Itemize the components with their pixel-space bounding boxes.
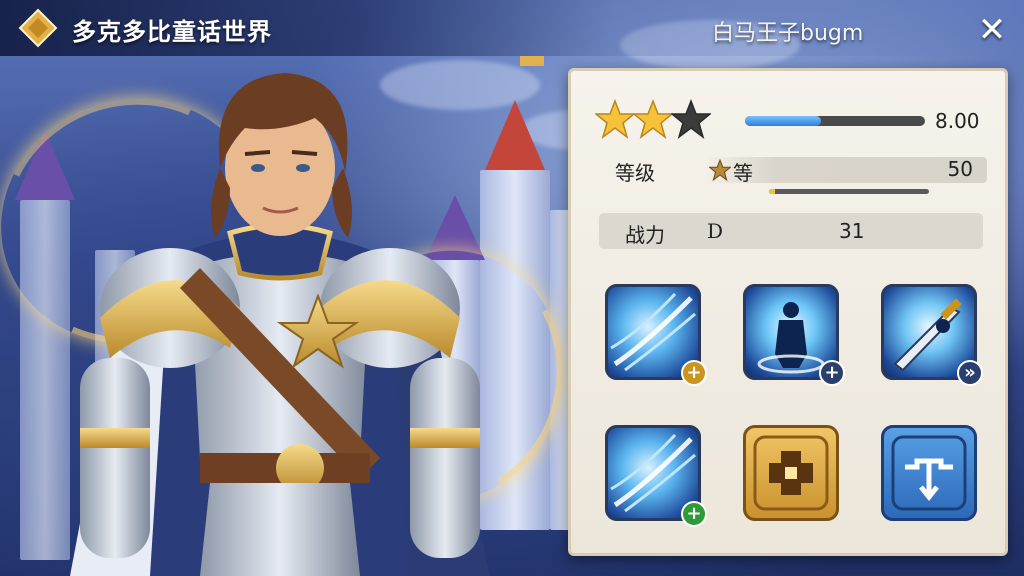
skill-slot-6[interactable] — [881, 425, 977, 521]
upgrade-plus-icon[interactable]: + — [681, 501, 707, 527]
power-label: 战力 — [625, 223, 665, 247]
game-title: 多克多比童话世界 — [72, 18, 272, 46]
level-star-icon — [709, 159, 731, 181]
skill-slot-3[interactable]: » — [881, 284, 983, 386]
top-bar: 多克多比童话世界 白马王子bugm ✕ — [0, 0, 1024, 56]
skill-slot-5[interactable] — [743, 425, 839, 521]
character-name: 白马王子bugm — [712, 21, 864, 46]
power-value: 31 — [839, 219, 865, 243]
experience-fill — [769, 189, 776, 194]
close-icon: ✕ — [977, 10, 1007, 50]
rating-progress-fill — [745, 116, 821, 126]
star-empty-icon — [671, 99, 711, 139]
character-stats-panel: 8.00 等级 50 等 战力 D 31 + + » + — [568, 68, 1008, 556]
level-row: 等级 50 等 — [599, 157, 987, 185]
upgrade-plus-icon[interactable]: + — [819, 360, 845, 386]
close-button[interactable]: ✕ — [972, 10, 1012, 50]
combat-power-row: 战力 D 31 — [599, 213, 983, 249]
level-unit: 等 — [733, 161, 753, 185]
skill-slot-1[interactable]: + — [605, 284, 707, 386]
level-label: 等级 — [615, 161, 655, 185]
skill-slot-4[interactable]: + — [605, 425, 707, 527]
star-filled-icon — [595, 99, 635, 139]
rating-progress-bar — [745, 116, 925, 126]
experience-bar — [769, 189, 929, 194]
power-grade: D — [707, 219, 724, 243]
gold-diamond-emblem-icon — [18, 8, 58, 48]
rating-value: 8.00 — [935, 109, 980, 133]
skill-slot-2[interactable]: + — [743, 284, 845, 386]
armored-knight-character — [70, 73, 490, 576]
level-value: 50 — [947, 157, 973, 181]
upgrade-plus-icon[interactable]: + — [681, 360, 707, 386]
star-filled-icon — [633, 99, 673, 139]
forward-arrow-icon[interactable]: » — [957, 360, 983, 386]
